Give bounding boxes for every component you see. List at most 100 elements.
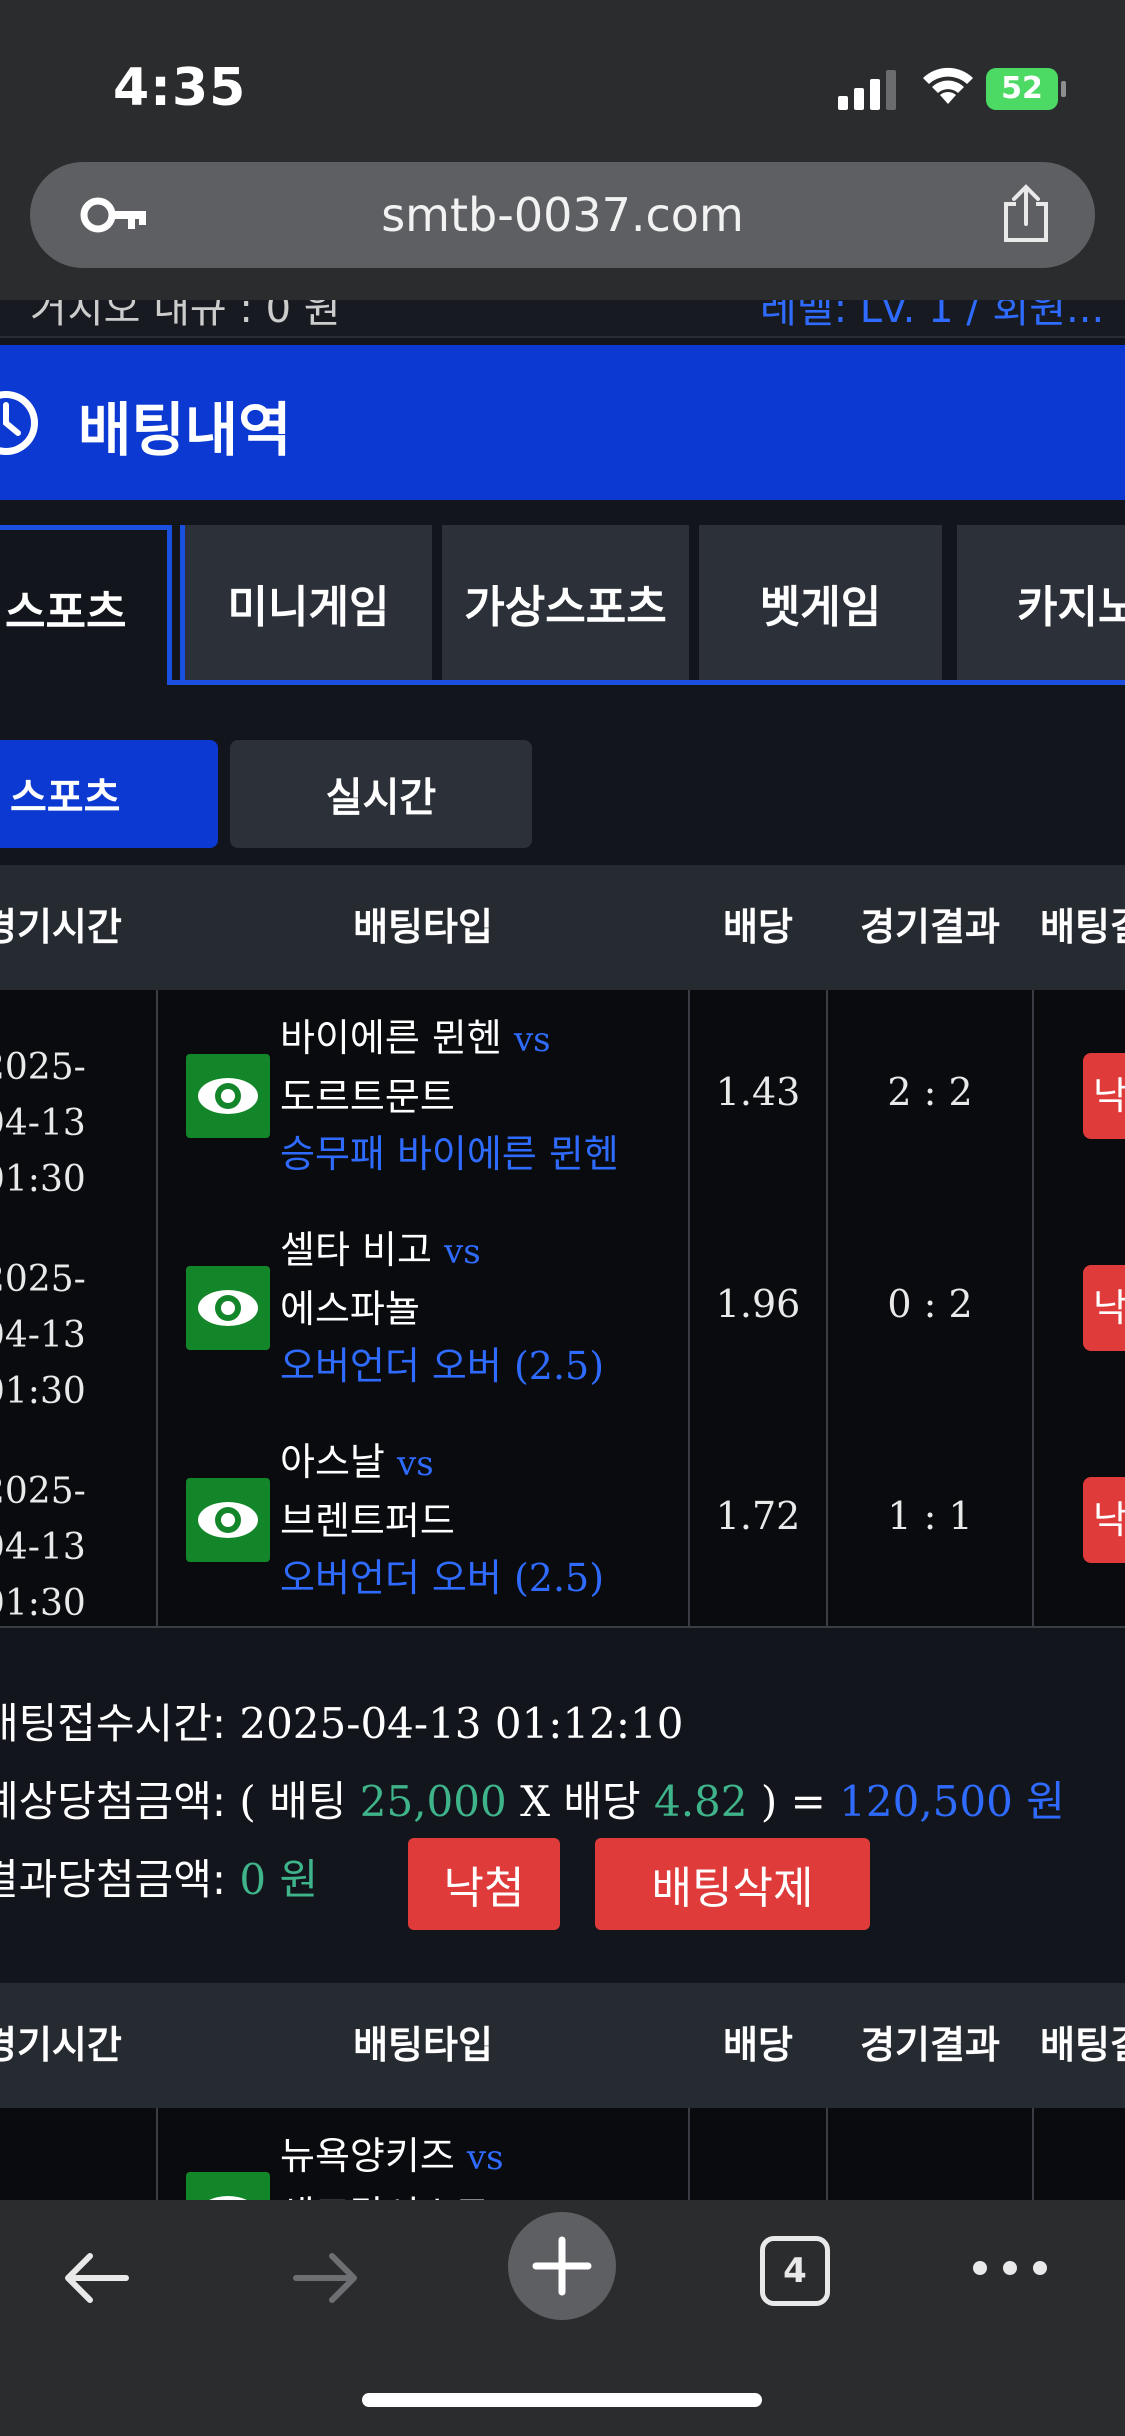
home-indicator: [362, 2393, 762, 2407]
bet-pick: 승무패 바이에른 뮌헨: [280, 1132, 619, 1176]
header-odds: 배당: [723, 2023, 793, 2067]
bet-time-label: 배팅접수시간:: [0, 1699, 226, 1748]
vs-label: vs: [444, 1232, 481, 1272]
result-button[interactable]: 낙첨: [408, 1838, 560, 1930]
table-header: 경기시간 배팅타입 배당 경기결과 배팅결과: [0, 865, 1125, 990]
table-row: 2025-04-13 01:30 셀타 비고 vs 에스파뇰 오버언더 오버 (…: [0, 1202, 1125, 1416]
forward-arrow-icon[interactable]: [292, 2248, 362, 2308]
tab-betgame[interactable]: 벳게임: [699, 525, 942, 680]
new-tab-button[interactable]: [508, 2212, 616, 2320]
header-match-result: 경기결과: [860, 2023, 1000, 2067]
match-info: 바이에른 뮌헨 vs 도르트문트 승무패 바이에른 뮌헨: [280, 1010, 619, 1183]
bet-result-badge: 낙첨: [1083, 1477, 1125, 1563]
tab-casino[interactable]: 카지노: [957, 525, 1125, 680]
vs-label: vs: [466, 2138, 504, 2178]
page-content: 거치오 내규 : 0 원 레벨: Lv. 1 / 회원... 배팅내역 스포츠 …: [0, 300, 1125, 2200]
delete-bet-button[interactable]: 배팅삭제: [595, 1838, 870, 1930]
result-win-line: 결과당첨금액: 0 원: [0, 1846, 318, 1907]
match-info: 아스날 vs 브렌트퍼드 오버언더 오버 (2.5): [280, 1434, 604, 1607]
bet-time-line: 배팅접수시간: 2025-04-13 01:12:10: [0, 1690, 684, 1751]
match-datetime: 2025-04-13 01:30: [0, 1252, 142, 1420]
clock-icon: [0, 391, 38, 455]
match-datetime: 2025-04-13 01:30: [0, 1040, 142, 1208]
battery-icon: 52: [986, 68, 1066, 110]
times-sign: X: [520, 1777, 550, 1826]
result-win-label: 결과당첨금액:: [0, 1855, 226, 1904]
paren-open: (: [239, 1777, 256, 1826]
more-icon[interactable]: [970, 2258, 1050, 2278]
eye-icon[interactable]: [186, 1478, 270, 1562]
status-time: 4:35: [113, 58, 247, 118]
eye-icon[interactable]: [186, 2172, 270, 2200]
match-date: 2025-04-13: [0, 1259, 86, 1356]
table-row: 2025-04-13 01:30 바이에른 뮌헨 vs 도르트문트 승무패 바이…: [0, 990, 1125, 1204]
back-arrow-icon[interactable]: [60, 2248, 130, 2308]
home-team: 아스날: [280, 1440, 385, 1484]
table-row: 2025-04-13 01:30 아스날 vs 브렌트퍼드 오버언더 오버 (2…: [0, 1414, 1125, 1628]
header-match-time: 경기시간: [0, 905, 122, 949]
match-time: 01:30: [0, 1159, 86, 1200]
tab-sports[interactable]: 스포츠: [0, 525, 172, 685]
header-match-time: 경기시간: [0, 2023, 122, 2067]
total-odds: 4.82: [653, 1777, 748, 1826]
bet-pick: 오버언더 오버: [280, 1556, 502, 1600]
expected-win-label: 예상당첨금액:: [0, 1777, 226, 1826]
match-time: 01:30: [0, 1583, 86, 1624]
match-time: 01:30: [0, 1371, 86, 1412]
bet-time-value: 2025-04-13 01:12:10: [239, 1699, 684, 1748]
match-score: 2 : 2: [887, 1070, 973, 1114]
main-tab-bar: 스포츠 미니게임 가상스포츠 벳게임 카지노: [0, 525, 1125, 685]
subtab-sports[interactable]: 스포츠: [0, 740, 218, 848]
share-icon[interactable]: [998, 184, 1054, 244]
subtab-live[interactable]: 실시간: [230, 740, 532, 848]
match-date: 2025-04-13: [0, 1047, 86, 1144]
away-team: 에스파뇰: [280, 1287, 420, 1331]
home-team: 뉴욕양키즈: [280, 2134, 455, 2178]
bet-result-badge: 낙첨: [1083, 1265, 1125, 1351]
away-team: 브렌트퍼드: [280, 1499, 455, 1543]
match-score: 1 : 1: [887, 1494, 973, 1538]
currency-won: 원: [1026, 1777, 1065, 1826]
vs-label: vs: [396, 1444, 434, 1484]
eye-icon[interactable]: [186, 1266, 270, 1350]
header-bet-result: 배팅결과: [1040, 905, 1125, 949]
odds-label: 배당: [563, 1777, 641, 1826]
match-info: 셀타 비고 vs 에스파뇰 오버언더 오버 (2.5): [280, 1222, 604, 1395]
odds-value: 1.96: [715, 1282, 801, 1326]
match-info: 뉴욕양키즈 vs 샌프란시스코: [280, 2128, 504, 2200]
table-header-2: 경기시간 배팅타입 배당 경기결과 배팅결과: [0, 1983, 1125, 2108]
match-score: 0 : 2: [887, 1282, 973, 1326]
odds-value: 1.72: [715, 1494, 801, 1538]
tab-minigame[interactable]: 미니게임: [180, 525, 432, 680]
bet-pick: 오버언더 오버: [280, 1344, 502, 1388]
expected-amount: 120,500: [839, 1777, 1013, 1826]
result-currency-won: 원: [279, 1855, 319, 1904]
bet-pick-line: (2.5): [513, 1556, 605, 1600]
wifi-icon: [923, 67, 973, 104]
away-team: 샌프란시스코: [280, 2187, 504, 2200]
bet-label: 배팅: [269, 1777, 347, 1826]
address-bar[interactable]: smtb-0037.com: [30, 162, 1095, 268]
paren-close-equals: ) =: [760, 1777, 826, 1826]
bet-pick-line: (2.5): [513, 1344, 605, 1388]
section-header: 배팅내역: [0, 345, 1125, 500]
cut-off-info-strip: 거치오 내규 : 0 원 레벨: Lv. 1 / 회원...: [0, 300, 1125, 338]
match-date: 2025-04-13: [0, 1471, 86, 1568]
bet-result-badge: 낙첨: [1083, 1053, 1125, 1139]
battery-level: 52: [986, 68, 1058, 110]
match-datetime: 2025-04-13 01:30: [0, 1464, 142, 1632]
page-title: 배팅내역: [78, 396, 292, 464]
home-team: 바이에른 뮌헨: [280, 1016, 502, 1060]
cellular-signal-icon: [838, 70, 896, 110]
expected-win-line: 예상당첨금액: ( 배팅 25,000 X 배당 4.82 ) = 120,50…: [0, 1768, 1065, 1829]
header-bet-type: 배팅타입: [353, 2023, 493, 2067]
home-team: 셀타 비고: [280, 1228, 432, 1272]
header-match-result: 경기결과: [860, 905, 1000, 949]
away-team: 도르트문트: [280, 1075, 455, 1119]
header-odds: 배당: [723, 905, 793, 949]
tabs-count-button[interactable]: 4: [760, 2236, 830, 2306]
eye-icon[interactable]: [186, 1054, 270, 1138]
plus-icon: [532, 2236, 592, 2296]
tab-virtual-sports[interactable]: 가상스포츠: [442, 525, 689, 680]
url-text: smtb-0037.com: [381, 188, 744, 242]
